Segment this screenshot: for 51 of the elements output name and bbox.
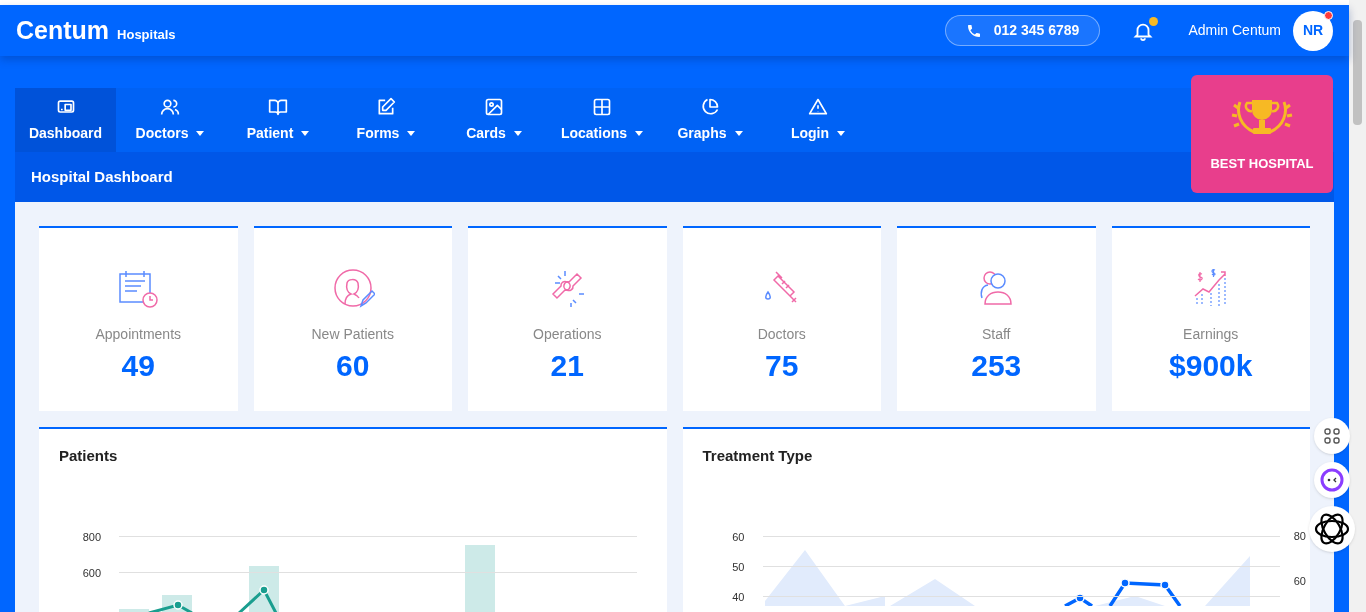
stat-value: 60 (336, 351, 370, 381)
axis-tick-label: 60 (1293, 574, 1306, 589)
user-avatar[interactable]: NR (1293, 10, 1333, 51)
chart-title: Treatment Type (702, 446, 814, 466)
nav-tab[interactable]: Locations (548, 88, 656, 152)
notification-bell[interactable] (1132, 19, 1155, 42)
axis-tick-label: 60 (731, 530, 745, 545)
nav-tab[interactable]: Dashboard (15, 88, 116, 152)
award-label: BEST HOSPITAL (1210, 155, 1314, 174)
nav-tab[interactable]: Login (764, 88, 872, 152)
chart-bar (119, 609, 149, 612)
nav-tab[interactable]: Forms (332, 88, 440, 152)
nav-tab[interactable]: Doctors (116, 88, 224, 152)
axis-tick-label: 800 (81, 530, 101, 545)
brand-subtitle: Hospitals (117, 25, 176, 44)
stat-label: Appointments (95, 325, 182, 344)
nav-tab[interactable]: Cards (440, 88, 548, 152)
chart-point (1074, 593, 1085, 603)
chart-point (1119, 578, 1130, 588)
nav-tab[interactable]: Graphs (656, 88, 764, 152)
scrollbar[interactable] (1349, 0, 1366, 612)
stat-value: 49 (121, 351, 155, 381)
stat-value: $900k (1169, 351, 1253, 381)
stat-label: Doctors (757, 325, 806, 344)
phone-icon (965, 22, 982, 39)
chart-bar (465, 545, 495, 612)
pie-chart-icon (700, 96, 720, 117)
edit-icon (376, 96, 396, 117)
axis-tick-label: 50 (731, 560, 745, 575)
stat-label: Staff (981, 325, 1011, 344)
image-icon (484, 96, 504, 117)
chart-title: Patients (59, 446, 119, 466)
axis-tick-label: 80 (1293, 529, 1306, 544)
chart-point (259, 585, 269, 595)
stat-value: 21 (550, 351, 584, 381)
stat-label: New Patients (311, 325, 394, 344)
stat-value: 75 (765, 351, 799, 381)
stat-label: Earnings (1183, 325, 1239, 344)
chart-point (1159, 580, 1170, 590)
warning-icon (808, 96, 828, 117)
stat-value: 253 (971, 351, 1022, 381)
phone-button[interactable]: 012 345 6789 (944, 15, 1101, 47)
axis-tick-label: 600 (81, 566, 101, 581)
page-title: Hospital Dashboard (31, 166, 173, 187)
axis-tick-label: 40 (731, 590, 745, 605)
grid-icon (592, 96, 612, 117)
chart-point (173, 600, 183, 610)
user-name: Admin Centum (1188, 21, 1281, 41)
stat-label: Operations (533, 325, 602, 344)
nav-tab[interactable]: Patient (224, 88, 332, 152)
brand-name: Centum (16, 14, 110, 46)
